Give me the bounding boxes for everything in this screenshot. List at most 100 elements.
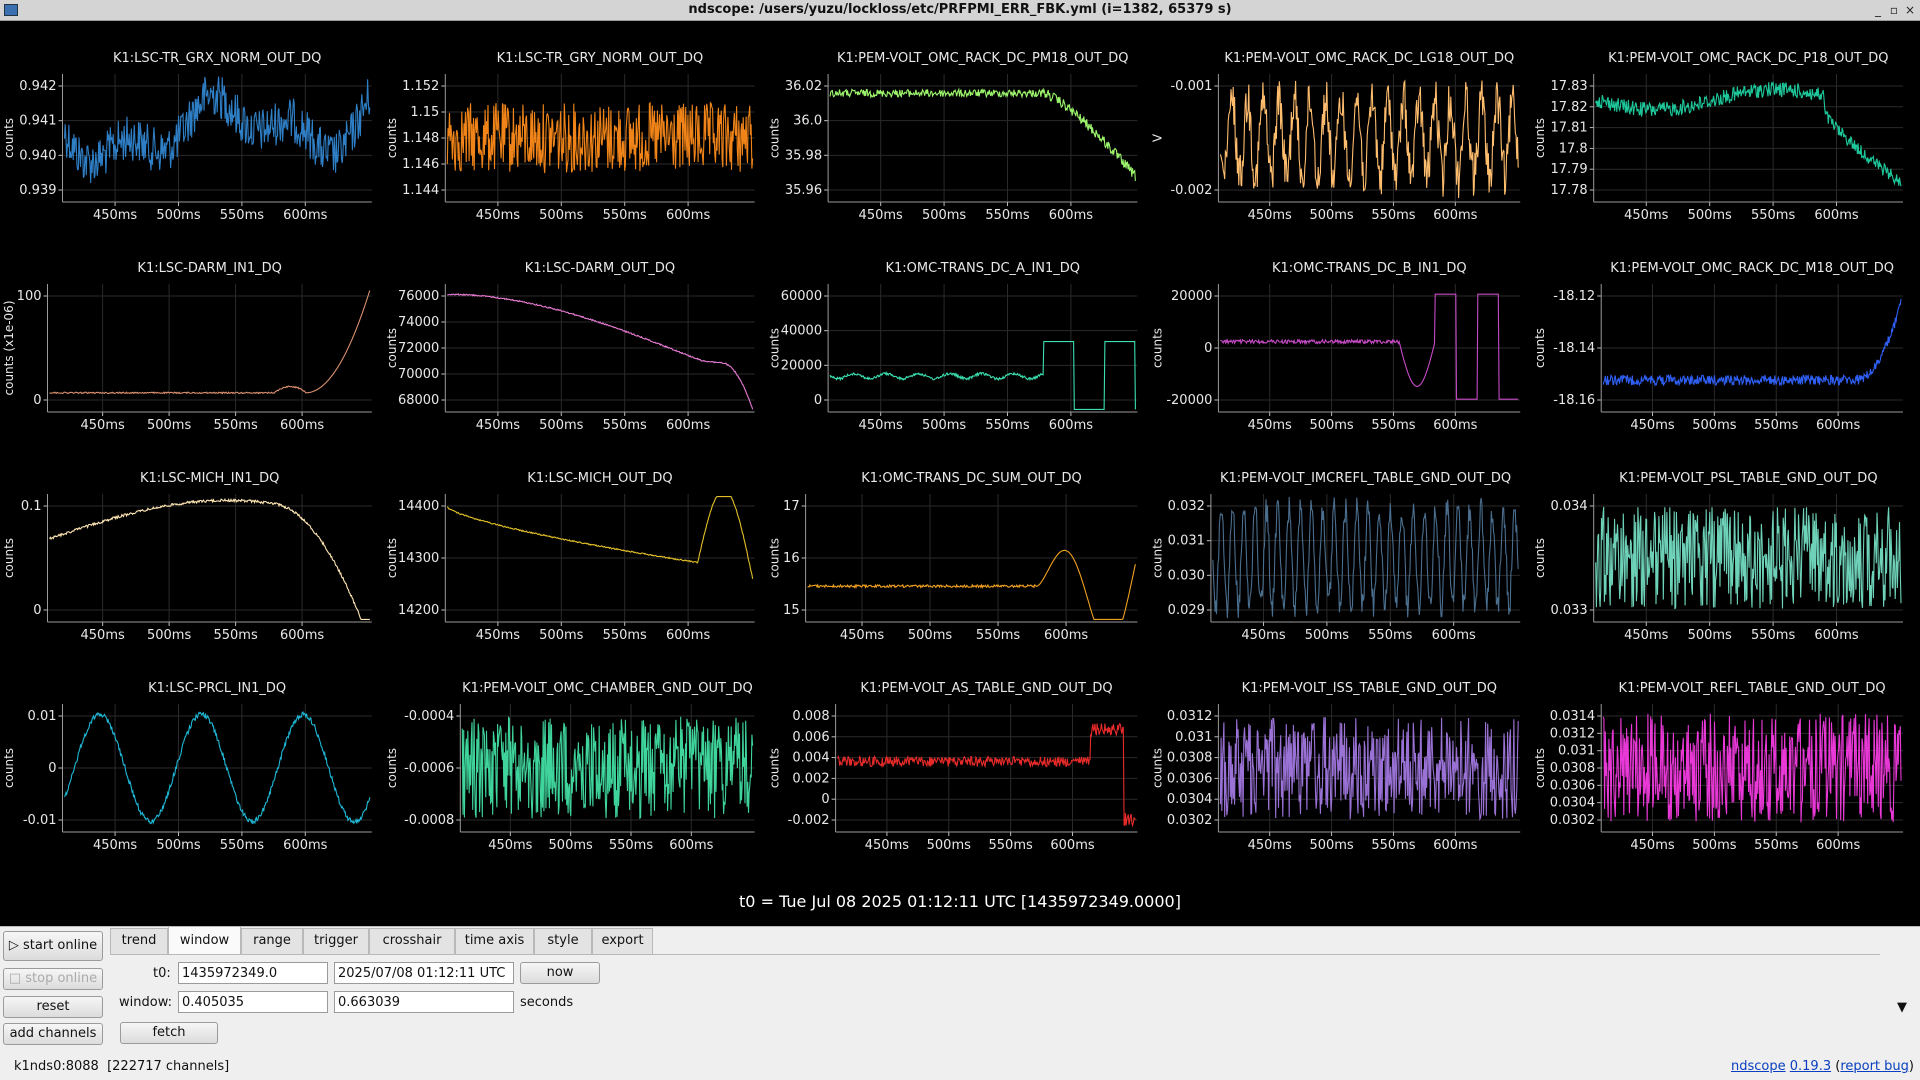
y-axis-label: counts <box>1533 328 1547 368</box>
plot-panel[interactable]: K1:LSC-DARM_OUT_DQ 76000 74000 72000 70000 68… <box>385 261 755 433</box>
plot-panel[interactable]: K1:PEM-VOLT_OMC_CHAMBER_GND_OUT_DQ -0.000… <box>385 681 755 853</box>
y-axis-label: counts <box>3 538 16 578</box>
x-tick-label: 500ms <box>1309 418 1353 433</box>
x-tick-label: 450ms <box>1630 418 1674 433</box>
y-tick-label: 0.0308 <box>1167 751 1213 766</box>
y-tick-label: 17.81 <box>1550 121 1587 136</box>
x-tick-label: 600ms <box>1050 838 1094 853</box>
plot-panel[interactable]: K1:PEM-VOLT_AS_TABLE_GND_OUT_DQ 0.008 0.00… <box>768 681 1138 853</box>
plot-panel[interactable]: K1:PEM-VOLT_REFL_TABLE_GND_OUT_DQ 0.0314 0… <box>1533 681 1903 853</box>
stop-online-button[interactable]: □ stop online <box>3 968 103 990</box>
window-field-label: window: <box>119 995 172 1010</box>
plot-panel[interactable]: K1:LSC-DARM_IN1_DQ 100 0 450ms 500ms 550ms 600… <box>3 261 372 433</box>
plot-grid[interactable]: K1:LSC-TR_GRX_NORM_OUT_DQ 0.942 0.941 0.940… <box>3 22 1917 926</box>
plot-trace <box>837 722 1136 828</box>
x-tick-label: 450ms <box>488 838 532 853</box>
plot-panel[interactable]: K1:LSC-MICH_IN1_DQ 0.1 0 450ms 500ms 550ms 600… <box>3 471 372 643</box>
plot-panel[interactable]: K1:LSC-TR_GRY_NORM_OUT_DQ 1.152 1.15 1.148 1… <box>385 51 755 223</box>
y-axis-label: counts <box>385 538 399 578</box>
y-tick-label: 40000 <box>781 324 822 339</box>
plot-panel[interactable]: K1:PEM-VOLT_OMC_RACK_DC_PM18_OUT_DQ 36.02… <box>768 51 1138 223</box>
plot-panel[interactable]: K1:PEM-VOLT_PSL_TABLE_GND_OUT_DQ 0.034 0.0… <box>1533 471 1903 643</box>
plot-panel[interactable]: K1:PEM-VOLT_OMC_RACK_DC_M18_OUT_DQ -18.12… <box>1533 261 1903 433</box>
y-tick-label: 0.942 <box>19 79 56 94</box>
plot-panel[interactable]: K1:PEM-VOLT_OMC_RACK_DC_LG18_OUT_DQ -0.00… <box>1150 51 1521 223</box>
maximize-button[interactable]: ▫ <box>1886 1 1902 19</box>
plot-panel[interactable]: K1:LSC-PRCL_IN1_DQ 0.01 0 -0.01 450ms 500ms 55… <box>3 681 372 853</box>
tab-trend[interactable]: trend <box>110 928 168 954</box>
x-tick-label: 500ms <box>549 838 593 853</box>
y-tick-label: 0.031 <box>1558 744 1595 759</box>
plot-trace <box>446 496 754 579</box>
tab-export[interactable]: export <box>592 928 653 954</box>
y-tick-label: 14300 <box>398 551 439 566</box>
x-tick-label: 500ms <box>927 838 971 853</box>
reset-button[interactable]: reset <box>3 996 103 1018</box>
x-tick-label: 550ms <box>1751 628 1795 643</box>
x-tick-label: 450ms <box>1248 208 1292 223</box>
y-tick-label: 14200 <box>398 603 439 618</box>
x-tick-label: 500ms <box>922 418 966 433</box>
x-tick-label: 600ms <box>280 628 324 643</box>
plot-title: K1:PEM-VOLT_IMCREFL_TABLE_GND_OUT_DQ <box>1220 471 1511 486</box>
window-end-input[interactable] <box>334 991 514 1013</box>
ndscope-link[interactable]: ndscope <box>1731 1059 1786 1074</box>
y-tick-label: 0 <box>33 603 41 618</box>
y-axis-label: counts <box>1150 748 1164 788</box>
x-tick-label: 450ms <box>476 208 520 223</box>
y-axis-label: counts (x1e-06) <box>3 300 16 395</box>
plot-panel[interactable]: K1:OMC-TRANS_DC_SUM_OUT_DQ 17 16 15 450ms 500… <box>768 471 1138 643</box>
add-channels-button[interactable]: add channels <box>3 1023 103 1045</box>
plot-trace <box>829 341 1136 410</box>
y-tick-label: 0.0302 <box>1550 813 1596 828</box>
y-tick-label: -0.0006 <box>404 761 454 776</box>
now-button[interactable]: now <box>520 962 600 984</box>
minimize-button[interactable]: _ <box>1870 1 1886 19</box>
tab-trigger[interactable]: trigger <box>303 928 369 954</box>
window-start-input[interactable] <box>178 991 328 1013</box>
plot-panel[interactable]: K1:PEM-VOLT_IMCREFL_TABLE_GND_OUT_DQ 0.03… <box>1150 471 1521 643</box>
start-online-button[interactable]: ▷ start online <box>3 931 103 961</box>
y-tick-label: 17 <box>783 499 800 514</box>
plot-panel[interactable]: K1:LSC-TR_GRX_NORM_OUT_DQ 0.942 0.941 0.940… <box>3 51 372 223</box>
close-button[interactable]: × <box>1902 1 1918 19</box>
plot-panel[interactable]: K1:OMC-TRANS_DC_B_IN1_DQ 20000 0 -20000 450m… <box>1150 261 1521 433</box>
y-tick-label: 72000 <box>398 341 439 356</box>
plot-title: K1:PEM-VOLT_AS_TABLE_GND_OUT_DQ <box>860 681 1112 696</box>
plot-panel[interactable]: K1:OMC-TRANS_DC_A_IN1_DQ 60000 40000 20000 0… <box>768 261 1138 433</box>
plot-title: K1:OMC-TRANS_DC_SUM_OUT_DQ <box>861 471 1082 486</box>
plots-canvas[interactable]: K1:LSC-TR_GRX_NORM_OUT_DQ 0.942 0.941 0.940… <box>3 22 1917 926</box>
plot-panel[interactable]: K1:PEM-VOLT_OMC_RACK_DC_P18_OUT_DQ 17.83 1… <box>1533 51 1903 223</box>
plot-title: K1:PEM-VOLT_OMC_RACK_DC_PM18_OUT_DQ <box>837 51 1129 66</box>
tab-style[interactable]: style <box>534 928 592 954</box>
plot-title: K1:LSC-TR_GRX_NORM_OUT_DQ <box>113 51 321 66</box>
collapse-panel-icon[interactable]: ▼ <box>1893 1000 1911 1016</box>
plot-title: K1:PEM-VOLT_PSL_TABLE_GND_OUT_DQ <box>1619 471 1877 486</box>
x-tick-label: 450ms <box>1241 628 1285 643</box>
fetch-button[interactable]: fetch <box>120 1022 218 1044</box>
tab-range[interactable]: range <box>241 928 303 954</box>
y-axis-label: counts <box>768 748 782 788</box>
tab-crosshair[interactable]: crosshair <box>369 928 455 954</box>
tab-time-axis[interactable]: time axis <box>455 928 534 954</box>
plot-panel[interactable]: K1:PEM-VOLT_ISS_TABLE_GND_OUT_DQ 0.0312 0.… <box>1150 681 1521 853</box>
x-tick-label: 600ms <box>1044 628 1088 643</box>
y-axis-label: counts <box>385 328 399 368</box>
x-tick-label: 600ms <box>1433 418 1477 433</box>
t0-utc-input[interactable] <box>334 962 514 984</box>
y-tick-label: 0.0304 <box>1167 792 1213 807</box>
x-tick-label: 600ms <box>1816 838 1860 853</box>
plot-panel[interactable]: K1:LSC-MICH_OUT_DQ 14400 14300 14200 450ms 50… <box>385 471 755 643</box>
y-tick-label: 0.0312 <box>1550 726 1596 741</box>
y-tick-label: 20000 <box>1171 289 1212 304</box>
t0-gps-input[interactable] <box>178 962 328 984</box>
y-tick-label: 1.15 <box>410 105 439 120</box>
y-axis-label: counts <box>3 748 16 788</box>
y-tick-label: 36.02 <box>785 79 822 94</box>
plot-title: K1:LSC-DARM_IN1_DQ <box>137 261 281 276</box>
x-tick-label: 550ms <box>1371 838 1415 853</box>
y-tick-label: -0.002 <box>788 813 830 828</box>
version-link[interactable]: 0.19.3 <box>1790 1059 1831 1074</box>
report-bug-link[interactable]: report bug <box>1840 1059 1909 1074</box>
tab-window[interactable]: window <box>168 926 241 955</box>
